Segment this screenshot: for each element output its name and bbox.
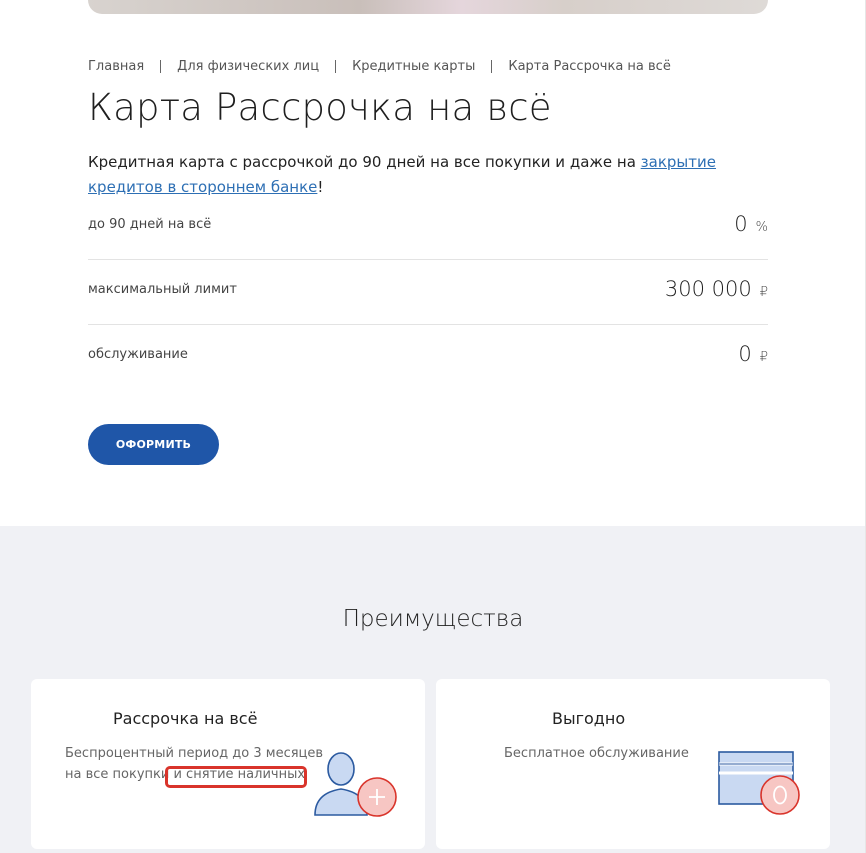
hero-banner-image — [88, 0, 768, 14]
breadcrumb: Главная Для физических лиц Кредитные кар… — [88, 59, 671, 74]
card-text: Бесплатное обслуживание — [504, 743, 689, 764]
param-value-number: 0 — [738, 342, 752, 366]
param-unit: ₽ — [759, 350, 768, 365]
card-title: Рассрочка на всё — [113, 709, 258, 728]
param-label: обслуживание — [88, 346, 188, 362]
intro-text-after: ! — [317, 178, 324, 196]
param-value: 0 ₽ — [738, 342, 768, 366]
breadcrumb-separator — [491, 60, 493, 73]
breadcrumb-item-home[interactable]: Главная — [88, 59, 144, 74]
advantage-card-profitable: Выгодно Бесплатное обслуживание — [436, 679, 830, 849]
param-row-max-limit: максимальный лимит 300 000 ₽ — [88, 277, 768, 301]
param-label: до 90 дней на всё — [88, 216, 212, 232]
param-value-number: 300 000 — [664, 277, 752, 301]
card-text-part: на все покупки — [65, 767, 174, 782]
advantage-card-installment: Рассрочка на всё Беспроцентный период до… — [31, 679, 425, 849]
highlight-annotation — [165, 766, 307, 788]
page-title: Карта Рассрочка на всё — [88, 86, 552, 129]
intro-text: Кредитная карта с рассрочкой до 90 дней … — [88, 150, 768, 200]
divider — [88, 259, 768, 260]
param-value: 300 000 ₽ — [665, 277, 768, 301]
user-plus-icon — [314, 752, 397, 817]
card-title: Выгодно — [552, 709, 626, 728]
divider — [88, 324, 768, 325]
param-value: 0% — [734, 212, 768, 236]
advantages-title: Преимущества — [342, 606, 524, 632]
param-unit: ₽ — [759, 285, 768, 300]
card-zero-icon — [718, 751, 800, 815]
apply-button[interactable]: ОФОРМИТЬ — [88, 424, 219, 465]
breadcrumb-separator — [335, 60, 337, 73]
card-text-line: Бесплатное обслуживание — [504, 746, 689, 761]
breadcrumb-separator — [160, 60, 162, 73]
intro-text-before: Кредитная карта с рассрочкой до 90 дней … — [88, 153, 641, 171]
breadcrumb-item-individuals[interactable]: Для физических лиц — [177, 59, 319, 74]
param-row-grace-period: до 90 дней на всё 0% — [88, 212, 768, 236]
param-row-service: обслуживание 0 ₽ — [88, 342, 768, 366]
breadcrumb-item-credit-cards[interactable]: Кредитные карты — [352, 59, 475, 74]
card-text-line: Беспроцентный период до 3 месяцев — [65, 746, 324, 761]
param-label: максимальный лимит — [88, 281, 237, 297]
param-value-number: 0 — [734, 212, 748, 236]
breadcrumb-item-current: Карта Рассрочка на всё — [508, 59, 671, 74]
param-unit: % — [755, 220, 768, 235]
